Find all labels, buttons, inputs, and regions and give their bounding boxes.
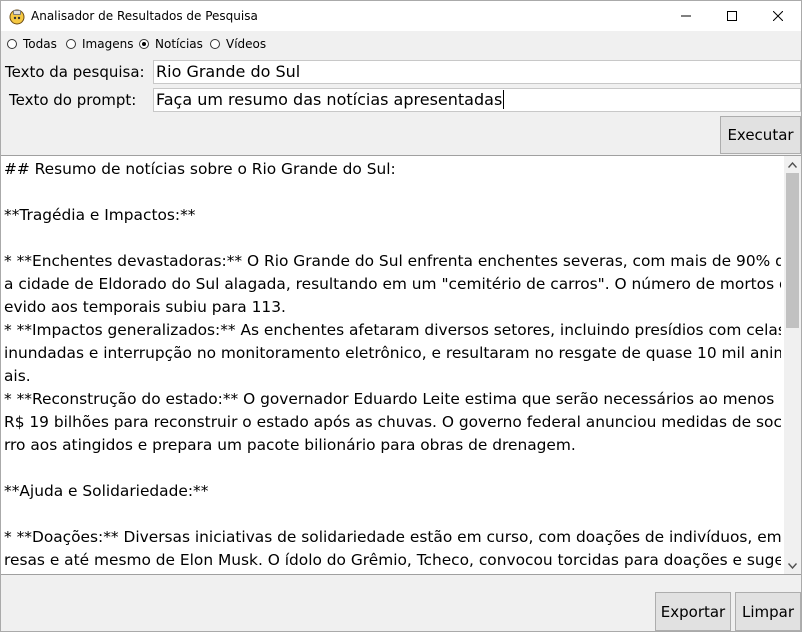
- text-line: a cidade de Eldorado do Sul alagada, res…: [4, 275, 781, 293]
- text-line: [4, 181, 781, 204]
- vertical-scrollbar[interactable]: [784, 156, 801, 574]
- minimize-icon: [681, 15, 691, 17]
- text-line: * **Reconstrução do estado:** O governad…: [4, 390, 775, 408]
- prompt-text-value: Faça um resumo das notícias apresentadas: [156, 90, 503, 109]
- prompt-text-input[interactable]: Faça um resumo das notícias apresentadas: [153, 88, 801, 112]
- search-text-input[interactable]: Rio Grande do Sul: [153, 60, 801, 84]
- radio-label: Vídeos: [226, 37, 267, 51]
- app-icon: [8, 7, 26, 25]
- search-type-radio-group: Todas Imagens Notícias Vídeos: [1, 34, 801, 56]
- radio-label: Notícias: [155, 37, 203, 51]
- radio-label: Todas: [23, 37, 57, 51]
- text-caret: [503, 90, 505, 109]
- radio-label: Imagens: [82, 37, 134, 51]
- maximize-icon: [727, 11, 737, 21]
- radio-todas[interactable]: Todas: [7, 37, 57, 51]
- scroll-up-button[interactable]: [784, 156, 801, 173]
- search-text-value: Rio Grande do Sul: [156, 62, 301, 81]
- text-line: * **Impactos generalizados:** As enchent…: [4, 321, 781, 339]
- radio-imagens[interactable]: Imagens: [66, 37, 133, 51]
- radio-indicator-selected[interactable]: [139, 39, 149, 49]
- results-text-area[interactable]: ## Resumo de notícias sobre o Rio Grande…: [1, 155, 801, 575]
- text-line: rro aos atingidos e prepara um pacote bi…: [4, 436, 576, 454]
- radio-indicator[interactable]: [66, 39, 76, 49]
- close-icon: [773, 11, 783, 21]
- scroll-down-button[interactable]: [784, 557, 801, 574]
- radio-videos[interactable]: Vídeos: [210, 37, 266, 51]
- export-button[interactable]: Exportar: [655, 592, 731, 631]
- text-line: **Ajuda e Solidariedade:**: [4, 482, 209, 500]
- chevron-down-icon: [788, 562, 797, 569]
- text-line: [4, 503, 781, 526]
- title-bar: Analisador de Resultados de Pesquisa: [1, 1, 801, 31]
- text-line: [4, 457, 781, 480]
- maximize-button[interactable]: [709, 1, 755, 31]
- close-button[interactable]: [755, 1, 801, 31]
- search-text-label: Texto da pesquisa:: [5, 63, 145, 81]
- radio-noticias[interactable]: Notícias: [139, 37, 203, 51]
- chevron-up-icon: [788, 161, 797, 168]
- text-line: resas e até mesmo de Elon Musk. O ídolo …: [4, 551, 781, 569]
- execute-button[interactable]: Executar: [720, 116, 801, 154]
- text-line: * **Enchentes devastadoras:** O Rio Gran…: [4, 252, 781, 270]
- radio-indicator[interactable]: [210, 39, 220, 49]
- text-line: inundadas e interrupção no monitoramento…: [4, 344, 781, 362]
- text-line: * **Doações:** Diversas iniciativas de s…: [4, 528, 781, 546]
- clear-button[interactable]: Limpar: [735, 592, 801, 631]
- text-line: evido aos temporais subiu para 113.: [4, 298, 286, 316]
- results-text: ## Resumo de notícias sobre o Rio Grande…: [4, 158, 781, 572]
- text-line: **Tragédia e Impactos:**: [4, 206, 196, 224]
- prompt-text-label: Texto do prompt:: [9, 91, 137, 109]
- radio-indicator[interactable]: [7, 39, 17, 49]
- text-line: [4, 227, 781, 250]
- app-window: Analisador de Resultados de Pesquisa Tod…: [0, 0, 802, 632]
- minimize-button[interactable]: [663, 1, 709, 31]
- text-line: ## Resumo de notícias sobre o Rio Grande…: [4, 160, 396, 178]
- text-line: R$ 19 bilhões para reconstruir o estado …: [4, 413, 781, 431]
- window-title: Analisador de Resultados de Pesquisa: [31, 9, 258, 23]
- text-line: ais.: [4, 367, 31, 385]
- scrollbar-thumb[interactable]: [786, 173, 799, 328]
